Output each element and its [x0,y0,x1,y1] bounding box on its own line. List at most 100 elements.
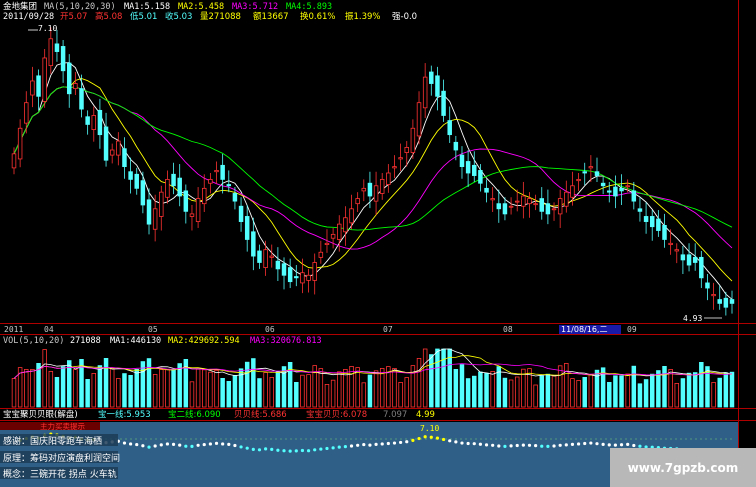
candle-body [435,75,440,97]
ma10-line [13,78,733,282]
volume-bar [551,375,557,408]
volume-bar [195,368,201,408]
indicator-dot [190,444,194,448]
volume-bar [533,384,538,408]
candle-body [514,200,520,203]
candle-body [140,180,146,206]
indicator-dot [619,443,624,447]
volume-bar [711,381,716,408]
indicator-line3: 贝贝线:5.686 [234,409,287,420]
volume-bar [435,348,440,408]
candle-body [508,205,514,208]
volume-bar [619,375,624,408]
volume-ma5-line [13,348,733,379]
ma4-value: MA4:5.893 [286,2,332,12]
volume-bar [128,374,133,408]
indicator-dot [386,441,390,446]
candle-body [717,299,722,304]
candle-body [257,250,262,263]
candle-body [711,294,716,297]
indicator-note-2: 原理：筹码对应演盘利润空间 [3,452,120,464]
watermark: www.7gpzb.com [610,448,756,487]
candle-body [281,263,287,276]
candle-body [171,173,176,187]
candle-body [723,297,729,308]
indicator-dot [294,449,298,453]
ohlc-header: 2011/09/28 开5.07 高5.08 低5.01 收5.03 量2710… [3,11,417,22]
volume-bar [459,364,465,408]
candle-body [379,178,385,194]
volume-bar [275,370,281,408]
volume-bar [637,383,643,408]
indicator-dot [552,444,556,448]
open-value: 开5.07 [60,12,87,22]
indicator-dot [282,449,286,453]
indicator-dot [239,445,243,449]
volume-bar [502,377,508,408]
indicator-dot [558,443,562,447]
volume-ma-lines [13,348,733,379]
candle-body [465,161,471,174]
candle-body [97,109,103,136]
volume-bar [539,375,545,408]
volume-bar [232,374,238,408]
indicator-dot [392,441,397,445]
indicator-dot [337,445,341,449]
indicator-dot [245,446,249,450]
indicator-dot [546,444,550,448]
candle-body [306,274,311,281]
volume-bar [97,365,103,408]
volume-bar [263,372,268,408]
candle-body [42,57,47,102]
candle-body [159,191,164,217]
candle-body [502,203,508,215]
candle-body [183,190,189,212]
candle-body [545,203,551,215]
volume-bar [330,379,336,408]
indicator-dot [576,442,581,446]
indicator-line1: 宝一线:5.953 [98,409,151,420]
candle-body [11,153,17,169]
candle-body [429,71,434,84]
volume-bar [109,368,115,408]
candle-body [165,178,170,198]
moving-average-lines [13,62,733,300]
candle-body [54,43,60,52]
candle-body [251,231,256,257]
indicator-line4: 宝宝贝贝:6.078 [306,409,367,420]
volume-bar [680,378,686,408]
indicator-dot [313,448,317,452]
volume-ma20-line [13,363,733,379]
indicator-dot [374,442,378,446]
candle-body [656,218,661,231]
volume-value: 量271088 [200,12,241,22]
candle-body [649,216,655,228]
candle-body [343,217,348,233]
indicator-dot [153,444,157,448]
ma2-value: MA2:5.458 [178,2,224,12]
indicator-dot [570,442,575,446]
volume-bar [465,378,471,408]
volume-bar [103,357,109,408]
indicator-dot [521,443,525,447]
candle-body [244,216,250,240]
month-label-05: 05 [148,325,158,334]
indicator-dot [613,443,618,447]
candle-body [79,88,84,110]
indicator-dot [429,435,433,439]
indicator-dot [484,443,489,447]
candle-body [422,76,428,109]
ma5-line [13,62,733,300]
turnover-value: 换0.61% [300,11,336,22]
volume-header: VOL(5,10,20) 271088 MA1:446130 MA2:42969… [3,336,322,346]
candle-body [24,102,29,124]
candle-body [692,256,698,263]
indicator-dot [165,442,170,446]
volume-bar [306,374,311,408]
indicator-dot [534,444,538,448]
candle-body [496,203,502,210]
candle-body [361,187,367,192]
volume-bar [699,361,704,408]
volume-bar [361,382,367,408]
volume-bar [244,361,250,408]
